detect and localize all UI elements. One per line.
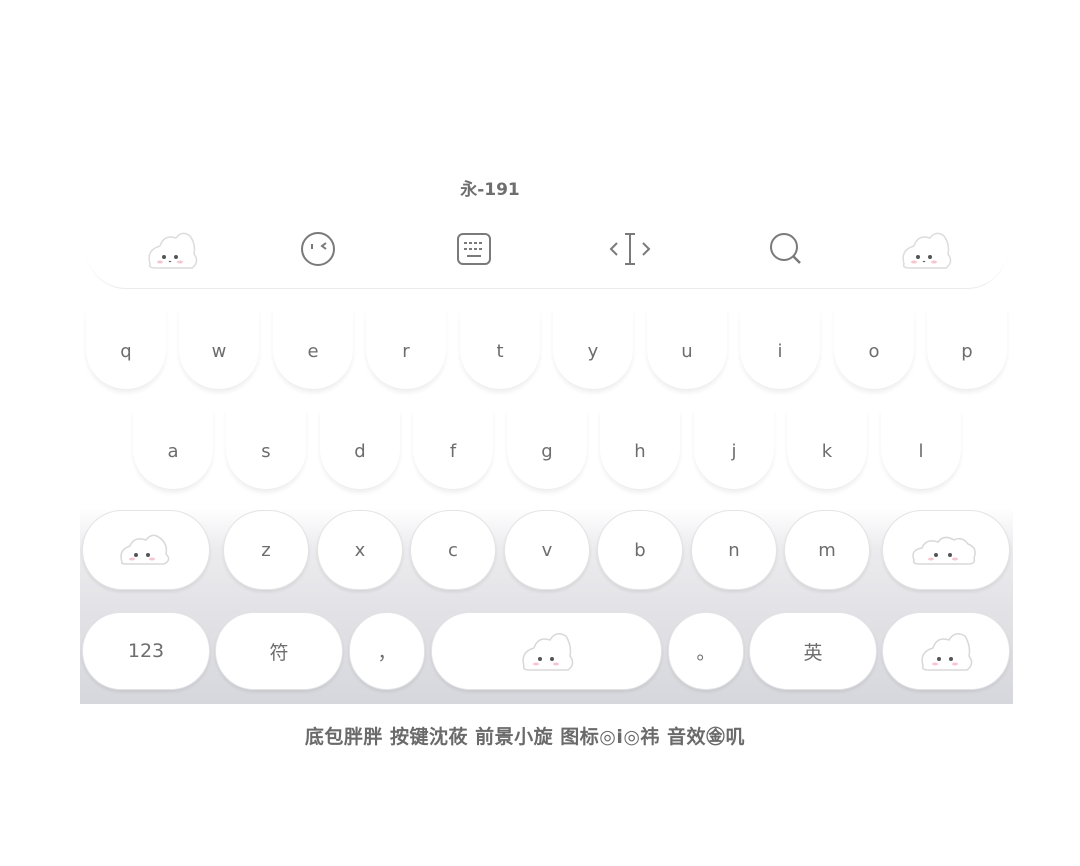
delete-key[interactable] (882, 510, 1010, 590)
left-mascot-icon[interactable] (142, 224, 202, 274)
key-l[interactable]: l (881, 410, 961, 490)
right-mascot-icon[interactable] (896, 224, 956, 274)
key-w[interactable]: w (179, 310, 259, 390)
period-key[interactable]: 。 (668, 612, 744, 690)
key-f[interactable]: f (413, 410, 493, 490)
toolbar (86, 208, 1007, 289)
key-q[interactable]: q (86, 310, 166, 390)
key-a[interactable]: a (133, 410, 213, 490)
key-h[interactable]: h (600, 410, 680, 490)
key-x[interactable]: x (317, 510, 403, 590)
credits-caption: 底包胖胖 按键沈莜 前景小旋 图标◎i◎祎 音效㊎叽 (304, 726, 746, 748)
enter-key[interactable] (882, 612, 1010, 690)
comma-key[interactable]: ， (349, 612, 425, 690)
emoji-icon[interactable] (288, 224, 348, 274)
key-u[interactable]: u (647, 310, 727, 390)
key-g[interactable]: g (507, 410, 587, 490)
key-o[interactable]: o (834, 310, 914, 390)
mascot-space-icon (516, 624, 578, 679)
key-k[interactable]: k (787, 410, 867, 490)
key-n[interactable]: n (691, 510, 777, 590)
key-b[interactable]: b (597, 510, 683, 590)
keyboard: q w e r t y u i o p a s d f g h j k l z … (80, 208, 1013, 704)
space-key[interactable] (431, 612, 662, 690)
key-m[interactable]: m (784, 510, 870, 590)
keyboard-icon[interactable] (444, 224, 504, 274)
key-v[interactable]: v (504, 510, 590, 590)
language-key[interactable]: 英 (749, 612, 877, 690)
key-y[interactable]: y (553, 310, 633, 390)
key-s[interactable]: s (226, 410, 306, 490)
mascot-enter-icon (915, 624, 977, 679)
cursor-icon[interactable] (600, 224, 660, 274)
key-d[interactable]: d (320, 410, 400, 490)
key-z[interactable]: z (223, 510, 309, 590)
key-j[interactable]: j (694, 410, 774, 490)
symbols-key[interactable]: 符 (215, 612, 343, 690)
theme-id-label: 永-191 (460, 180, 520, 200)
key-e[interactable]: e (273, 310, 353, 390)
key-c[interactable]: c (410, 510, 496, 590)
key-t[interactable]: t (460, 310, 540, 390)
key-i[interactable]: i (740, 310, 820, 390)
key-p[interactable]: p (927, 310, 1007, 390)
shift-key[interactable] (82, 510, 210, 590)
search-icon[interactable] (756, 224, 816, 274)
mascot-shift-icon (116, 528, 176, 572)
mascot-delete-icon (910, 528, 982, 572)
numbers-key[interactable]: 123 (82, 612, 210, 690)
key-r[interactable]: r (366, 310, 446, 390)
